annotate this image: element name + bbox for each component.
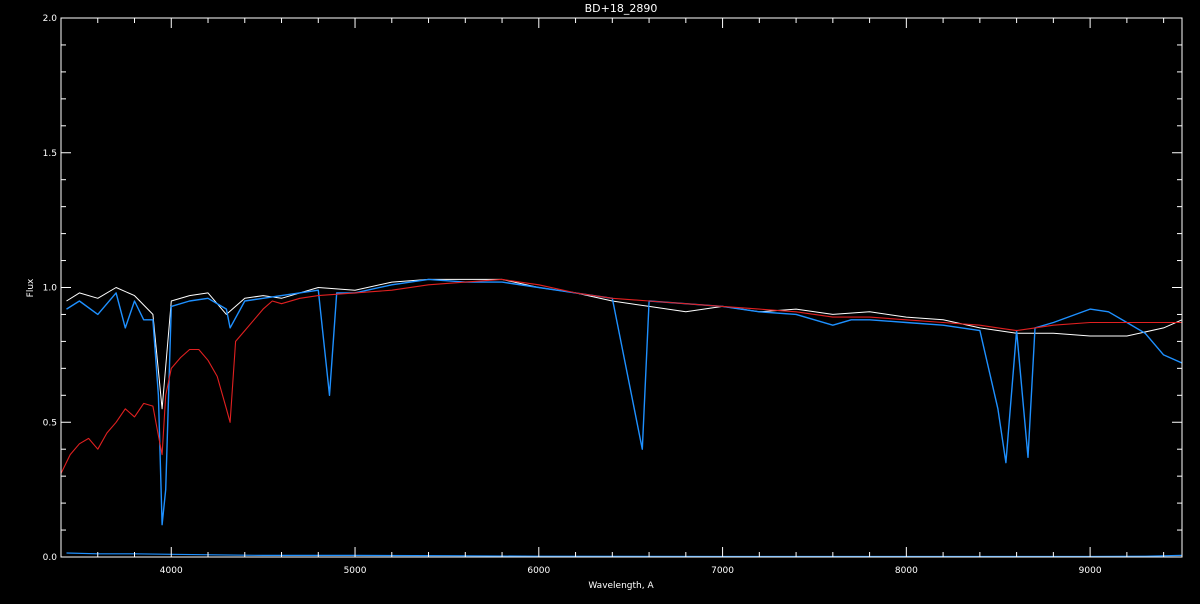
x-tick-label: 7000 — [711, 566, 734, 576]
x-tick-label: 6000 — [527, 566, 550, 576]
y-tick-label: 2.0 — [43, 14, 58, 24]
chart-title: BD+18_2890 — [585, 2, 658, 15]
y-tick-label: 0.0 — [43, 553, 58, 563]
spectrum-chart: 4000 5000 6000 7000 8000 9000 0.0 0.5 1.0 1.5 2.0 … — [0, 0, 1200, 600]
x-tick-label: 9000 — [1079, 566, 1102, 576]
spectrum-plot: 4000 5000 6000 7000 8000 90000.00.51.01.52.0 … — [0, 0, 1200, 600]
plot-background — [0, 0, 1200, 600]
x-tick-label: 5000 — [344, 566, 367, 576]
y-axis-label: Flux — [26, 278, 36, 297]
y-tick-label: 0.5 — [43, 418, 57, 428]
x-axis-label: Wavelength, A — [588, 581, 654, 591]
x-tick-label: 4000 — [160, 566, 183, 576]
y-tick-label: 1.5 — [43, 149, 57, 159]
y-tick-label: 1.0 — [43, 284, 58, 294]
x-tick-label: 8000 — [895, 566, 918, 576]
